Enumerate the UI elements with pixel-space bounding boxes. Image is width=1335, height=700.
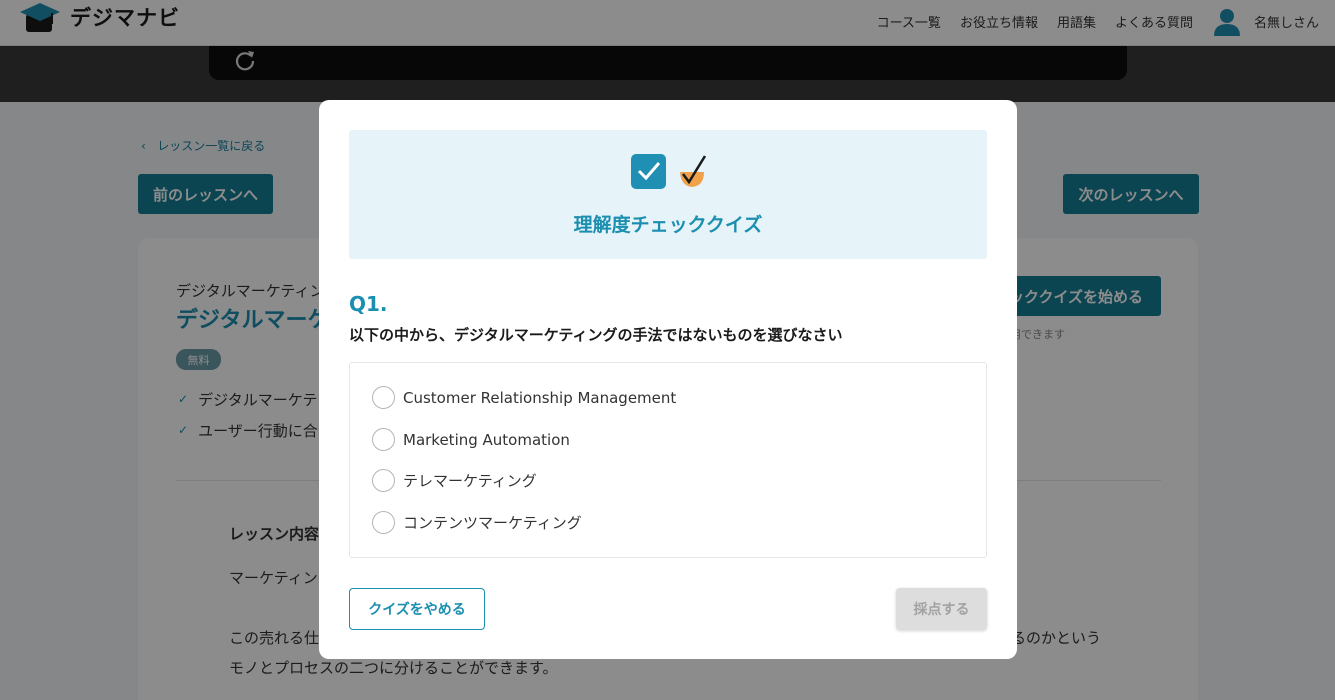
quiz-banner: 理解度チェッククイズ: [349, 130, 987, 259]
option-label: コンテンツマーケティング: [403, 514, 582, 532]
answer-option[interactable]: Customer Relationship Management: [372, 386, 676, 409]
answer-option[interactable]: コンテンツマーケティング: [372, 511, 582, 534]
answer-options: Customer Relationship Management Marketi…: [349, 362, 987, 558]
radio-button[interactable]: [372, 511, 395, 534]
quit-quiz-button[interactable]: クイズをやめる: [349, 588, 485, 630]
option-label: テレマーケティング: [403, 472, 537, 490]
question-text: 以下の中から、デジタルマーケティングの手法ではないものを選びなさい: [349, 326, 843, 344]
radio-button[interactable]: [372, 386, 395, 409]
option-label: Marketing Automation: [403, 430, 570, 449]
answer-option[interactable]: Marketing Automation: [372, 428, 570, 451]
quiz-modal: 理解度チェッククイズ Q1. 以下の中から、デジタルマーケティングの手法ではない…: [319, 100, 1017, 659]
orange-check-icon: [680, 155, 707, 187]
option-label: Customer Relationship Management: [403, 388, 677, 407]
banner-icons: [630, 152, 708, 190]
question-number: Q1.: [349, 292, 388, 316]
checkbox-icon: [631, 154, 666, 189]
radio-button[interactable]: [372, 469, 395, 492]
radio-button[interactable]: [372, 428, 395, 451]
grade-button[interactable]: 採点する: [896, 588, 987, 630]
answer-option[interactable]: テレマーケティング: [372, 469, 537, 492]
quiz-title: 理解度チェッククイズ: [573, 214, 763, 236]
